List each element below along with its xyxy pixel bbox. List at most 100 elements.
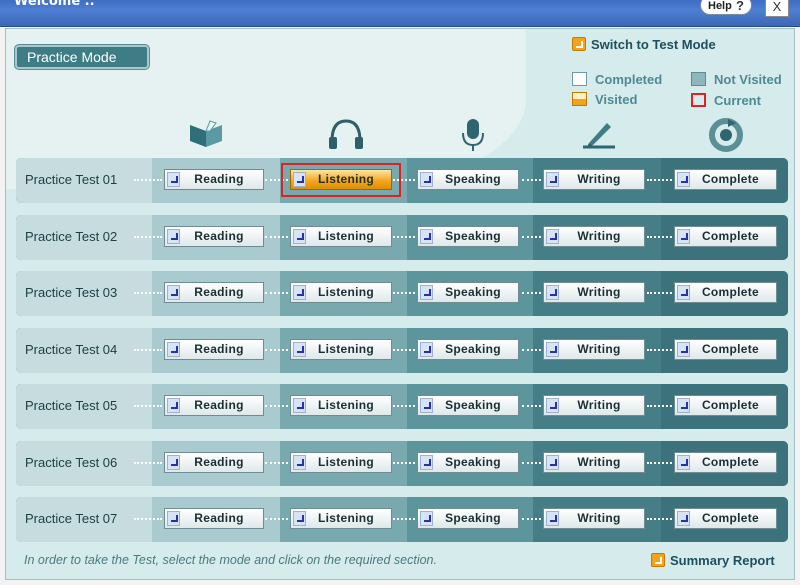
arrow-icon xyxy=(167,228,180,244)
speaking-section-button[interactable]: Speaking xyxy=(417,225,519,247)
arrow-icon xyxy=(293,511,306,526)
arrow-icon xyxy=(420,398,433,413)
reading-section-button[interactable]: Reading xyxy=(164,508,264,529)
speaking-section-button[interactable]: Speaking xyxy=(417,338,519,360)
summary-report-label: Summary Report xyxy=(670,553,775,568)
section-button-label: Writing xyxy=(577,172,621,186)
section-button-label: Speaking xyxy=(445,285,501,299)
arrow-icon xyxy=(167,398,180,413)
dotted-connector xyxy=(393,518,415,520)
arrow-icon xyxy=(677,511,690,526)
writing-section-button[interactable]: Writing xyxy=(543,169,645,190)
section-button-label: Reading xyxy=(194,511,244,525)
writing-section-button[interactable]: Writing xyxy=(543,451,645,473)
arrow-icon xyxy=(546,398,559,413)
section-button-label: Reading xyxy=(194,398,244,412)
section-button-label: Listening xyxy=(317,398,375,412)
title-bar: Welcome .. Help ? X xyxy=(0,0,800,27)
complete-section-button[interactable]: Complete xyxy=(674,508,777,529)
listening-section-button[interactable]: Listening xyxy=(290,338,392,360)
dotted-connector xyxy=(265,518,288,520)
dotted-connector xyxy=(393,461,415,464)
speaking-section-button[interactable]: Speaking xyxy=(417,451,519,473)
complete-section-button[interactable]: Complete xyxy=(674,169,777,190)
practice-test-row: Practice Test 07 Reading Listening Speaking… xyxy=(16,497,788,542)
section-button-label: Complete xyxy=(701,398,760,412)
legend-not-visited: Not Visited xyxy=(691,72,782,87)
arrow-icon xyxy=(651,553,665,567)
reading-section-button[interactable]: Reading xyxy=(164,338,264,360)
section-button-label: Speaking xyxy=(445,341,501,356)
section-button-label: Reading xyxy=(194,341,244,356)
listening-section-button[interactable]: Listening xyxy=(290,508,392,529)
section-button-label: Listening xyxy=(317,341,375,356)
dotted-connector xyxy=(522,348,541,351)
dotted-connector xyxy=(393,292,415,294)
dotted-connector xyxy=(134,179,162,181)
practice-test-row: Practice Test 04 Reading Listening Speaking… xyxy=(16,327,788,373)
dotted-connector xyxy=(134,518,162,520)
dotted-connector xyxy=(647,179,672,181)
speaking-section-button[interactable]: Speaking xyxy=(417,282,519,303)
section-button-label: Writing xyxy=(577,511,621,525)
practice-test-label: Practice Test 01 xyxy=(16,158,152,203)
listening-section-button[interactable]: Listening xyxy=(290,225,392,247)
dotted-connector xyxy=(522,292,541,294)
dotted-connector xyxy=(522,461,541,464)
arrow-icon xyxy=(420,172,433,187)
reading-section-button[interactable]: Reading xyxy=(164,225,264,247)
reading-section-button[interactable]: Reading xyxy=(164,169,264,190)
complete-section-button[interactable]: Complete xyxy=(674,282,777,303)
listening-section-button[interactable]: Listening xyxy=(290,451,392,473)
complete-section-button[interactable]: Complete xyxy=(674,225,777,247)
practice-test-label: Practice Test 04 xyxy=(16,327,152,373)
section-button-label: Speaking xyxy=(445,511,501,525)
section-button-label: Speaking xyxy=(445,398,501,412)
current-swatch xyxy=(691,93,706,107)
arrow-icon xyxy=(167,454,180,470)
dotted-connector xyxy=(134,405,162,407)
close-button[interactable]: X xyxy=(765,0,789,17)
section-button-label: Speaking xyxy=(445,454,501,469)
help-button[interactable]: Help ? xyxy=(700,0,752,15)
switch-to-test-mode-link[interactable]: Switch to Test Mode xyxy=(572,37,716,52)
listening-section-button[interactable]: Listening xyxy=(290,169,392,190)
section-button-label: Reading xyxy=(194,454,244,469)
speaking-section-button[interactable]: Speaking xyxy=(417,508,519,529)
complete-section-button[interactable]: Complete xyxy=(674,338,777,360)
writing-section-button[interactable]: Writing xyxy=(543,508,645,529)
summary-report-link[interactable]: Summary Report xyxy=(651,553,775,568)
writing-section-button[interactable]: Writing xyxy=(543,395,645,416)
legend-current-label: Current xyxy=(714,93,761,108)
not-visited-swatch xyxy=(691,72,706,86)
window-title: Welcome .. xyxy=(14,0,95,9)
dotted-connector xyxy=(265,405,288,407)
visited-swatch xyxy=(572,92,587,106)
section-button-label: Writing xyxy=(577,228,621,243)
arrow-icon xyxy=(293,454,306,470)
help-label: Help xyxy=(708,0,732,12)
writing-section-button[interactable]: Writing xyxy=(543,338,645,360)
legend-completed: Completed xyxy=(572,72,662,87)
reading-section-button[interactable]: Reading xyxy=(164,282,264,303)
speaking-section-button[interactable]: Speaking xyxy=(417,169,519,190)
listening-section-button[interactable]: Listening xyxy=(290,395,392,416)
complete-section-button[interactable]: Complete xyxy=(674,451,777,473)
listening-section-button[interactable]: Listening xyxy=(290,282,392,303)
reading-section-button[interactable]: Reading xyxy=(164,451,264,473)
arrow-icon xyxy=(677,228,690,244)
speaking-section-button[interactable]: Speaking xyxy=(417,395,519,416)
arrow-icon xyxy=(546,285,559,300)
microphone-icon xyxy=(453,117,493,153)
dotted-connector xyxy=(647,292,672,294)
practice-test-label: Practice Test 06 xyxy=(16,440,152,486)
reading-section-button[interactable]: Reading xyxy=(164,395,264,416)
arrow-icon xyxy=(546,454,559,470)
section-button-label: Speaking xyxy=(445,228,501,243)
mode-badge: Practice Mode xyxy=(15,45,149,69)
writing-section-button[interactable]: Writing xyxy=(543,225,645,247)
writing-section-button[interactable]: Writing xyxy=(543,282,645,303)
complete-section-button[interactable]: Complete xyxy=(674,395,777,416)
dotted-connector xyxy=(134,292,162,294)
practice-test-label: Practice Test 02 xyxy=(16,214,152,260)
